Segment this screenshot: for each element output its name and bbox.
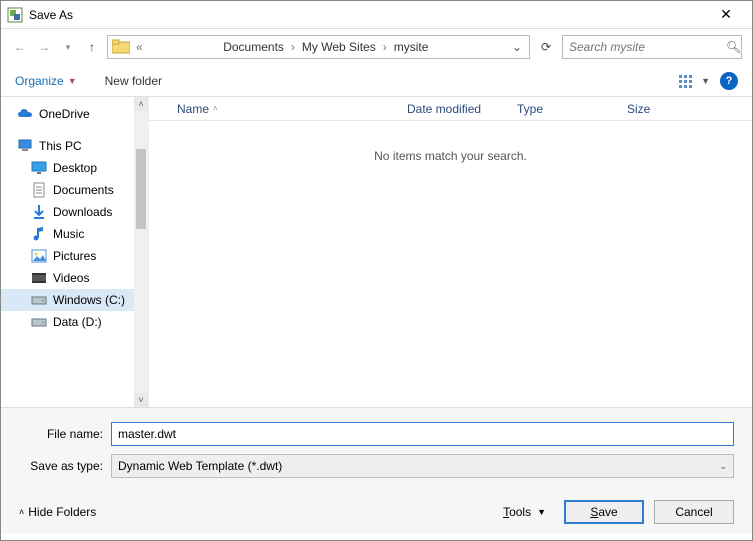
nav-item-pictures[interactable]: Pictures — [1, 245, 148, 267]
hide-folders-button[interactable]: ˄ Hide Folders — [19, 505, 96, 519]
nav-item-label: Windows (C:) — [53, 293, 125, 307]
bottom-panel: File name: Save as type: Dynamic Web Tem… — [1, 407, 752, 534]
nav-item-downloads[interactable]: Downloads — [1, 201, 148, 223]
main-area: OneDrive This PC Desktop Documents Downloads… — [1, 97, 752, 407]
drive-icon — [31, 315, 47, 329]
nav-item-label: Desktop — [53, 161, 97, 175]
address-dropdown-icon[interactable]: ⌄ — [509, 40, 525, 54]
cloud-icon — [17, 107, 33, 121]
close-icon[interactable]: ✕ — [706, 6, 746, 23]
organize-button[interactable]: Organize ▼ — [15, 74, 77, 88]
caret-down-icon: ▼ — [68, 76, 77, 86]
chevron-right-icon: › — [289, 40, 297, 54]
breadcrumb-prefix: « — [136, 40, 143, 54]
help-icon[interactable]: ? — [720, 72, 738, 90]
music-icon — [31, 227, 47, 241]
video-icon — [31, 271, 47, 285]
nav-item-videos[interactable]: Videos — [1, 267, 148, 289]
recent-dropdown-icon[interactable]: ▾ — [59, 38, 77, 56]
column-header-name[interactable]: Name ˄ — [169, 102, 399, 116]
cancel-button[interactable]: Cancel — [654, 500, 734, 524]
nav-item-documents[interactable]: Documents — [1, 179, 148, 201]
refresh-icon[interactable]: ⟳ — [536, 40, 556, 54]
file-list: Name ˄ Date modified Type Size No items … — [149, 97, 752, 407]
search-input[interactable] — [569, 40, 726, 54]
search-box[interactable]: 🔍︎ — [562, 35, 742, 59]
scroll-track[interactable] — [134, 111, 148, 393]
nav-item-music[interactable]: Music — [1, 223, 148, 245]
forward-icon[interactable]: → — [35, 38, 53, 56]
folder-icon — [112, 39, 130, 55]
nav-item-label: OneDrive — [39, 107, 90, 121]
nav-item-label: Music — [53, 227, 84, 241]
search-icon: 🔍︎ — [726, 40, 741, 54]
savetype-label: Save as type: — [19, 459, 111, 473]
breadcrumb-item[interactable]: Documents — [220, 39, 287, 55]
nav-item-windows-c-[interactable]: Windows (C:) — [1, 289, 148, 311]
dropdown-icon: ⌄ — [719, 461, 727, 472]
navigation-pane: OneDrive This PC Desktop Documents Downloads… — [1, 97, 149, 407]
drive-icon — [31, 293, 47, 307]
new-folder-button[interactable]: New folder — [105, 74, 162, 88]
pictures-icon — [31, 249, 47, 263]
nav-item-label: Documents — [53, 183, 114, 197]
download-icon — [31, 205, 47, 219]
footer-row: ˄ Hide Folders Tools ▼ Save Cancel — [19, 500, 734, 524]
caret-up-icon: ˄ — [19, 507, 24, 517]
nav-item-label: Downloads — [53, 205, 112, 219]
nav-item-label: Data (D:) — [53, 315, 102, 329]
empty-message: No items match your search. — [149, 121, 752, 407]
column-header-size[interactable]: Size — [619, 102, 679, 116]
app-icon — [7, 7, 23, 23]
caret-down-icon: ▼ — [701, 76, 710, 86]
toolbar: Organize ▼ New folder ▼ ? — [1, 65, 752, 97]
back-icon[interactable]: ← — [11, 38, 29, 56]
tools-button[interactable]: Tools ▼ — [503, 505, 546, 519]
filename-input[interactable] — [111, 422, 734, 446]
breadcrumb-item[interactable]: mysite — [391, 39, 432, 55]
nav-item-desktop[interactable]: Desktop — [1, 157, 148, 179]
window-title: Save As — [29, 8, 706, 22]
nav-item-label: Videos — [53, 271, 89, 285]
filename-label: File name: — [19, 427, 111, 441]
nav-item-onedrive[interactable]: OneDrive — [1, 103, 148, 125]
scrollbar[interactable]: ˄ ˅ — [134, 97, 148, 407]
title-bar: Save As ✕ — [1, 1, 752, 29]
address-bar[interactable]: « Documents › My Web Sites › mysite ⌄ — [107, 35, 530, 59]
nav-item-this-pc[interactable]: This PC — [1, 135, 148, 157]
nav-row: ← → ▾ ↑ « Documents › My Web Sites › mys… — [1, 29, 752, 65]
save-button[interactable]: Save — [564, 500, 644, 524]
desktop-icon — [31, 161, 47, 175]
column-headers: Name ˄ Date modified Type Size — [149, 97, 752, 121]
save-type-select[interactable]: Dynamic Web Template (*.dwt) ⌄ — [111, 454, 734, 478]
breadcrumb: Documents › My Web Sites › mysite — [149, 39, 503, 55]
view-options-button[interactable]: ▼ — [679, 74, 710, 88]
sort-caret-icon: ˄ — [213, 104, 218, 113]
column-header-type[interactable]: Type — [509, 102, 619, 116]
nav-item-label: Pictures — [53, 249, 96, 263]
scroll-down-icon[interactable]: ˅ — [134, 393, 148, 407]
caret-down-icon: ▼ — [537, 507, 546, 517]
nav-item-label: This PC — [39, 139, 82, 153]
chevron-right-icon: › — [381, 40, 389, 54]
scroll-up-icon[interactable]: ˄ — [134, 97, 148, 111]
nav-item-data-d-[interactable]: Data (D:) — [1, 311, 148, 333]
up-icon[interactable]: ↑ — [83, 38, 101, 56]
scroll-thumb[interactable] — [136, 149, 146, 229]
pc-icon — [17, 139, 33, 153]
doc-icon — [31, 183, 47, 197]
column-header-date[interactable]: Date modified — [399, 102, 509, 116]
breadcrumb-item[interactable]: My Web Sites — [299, 39, 379, 55]
